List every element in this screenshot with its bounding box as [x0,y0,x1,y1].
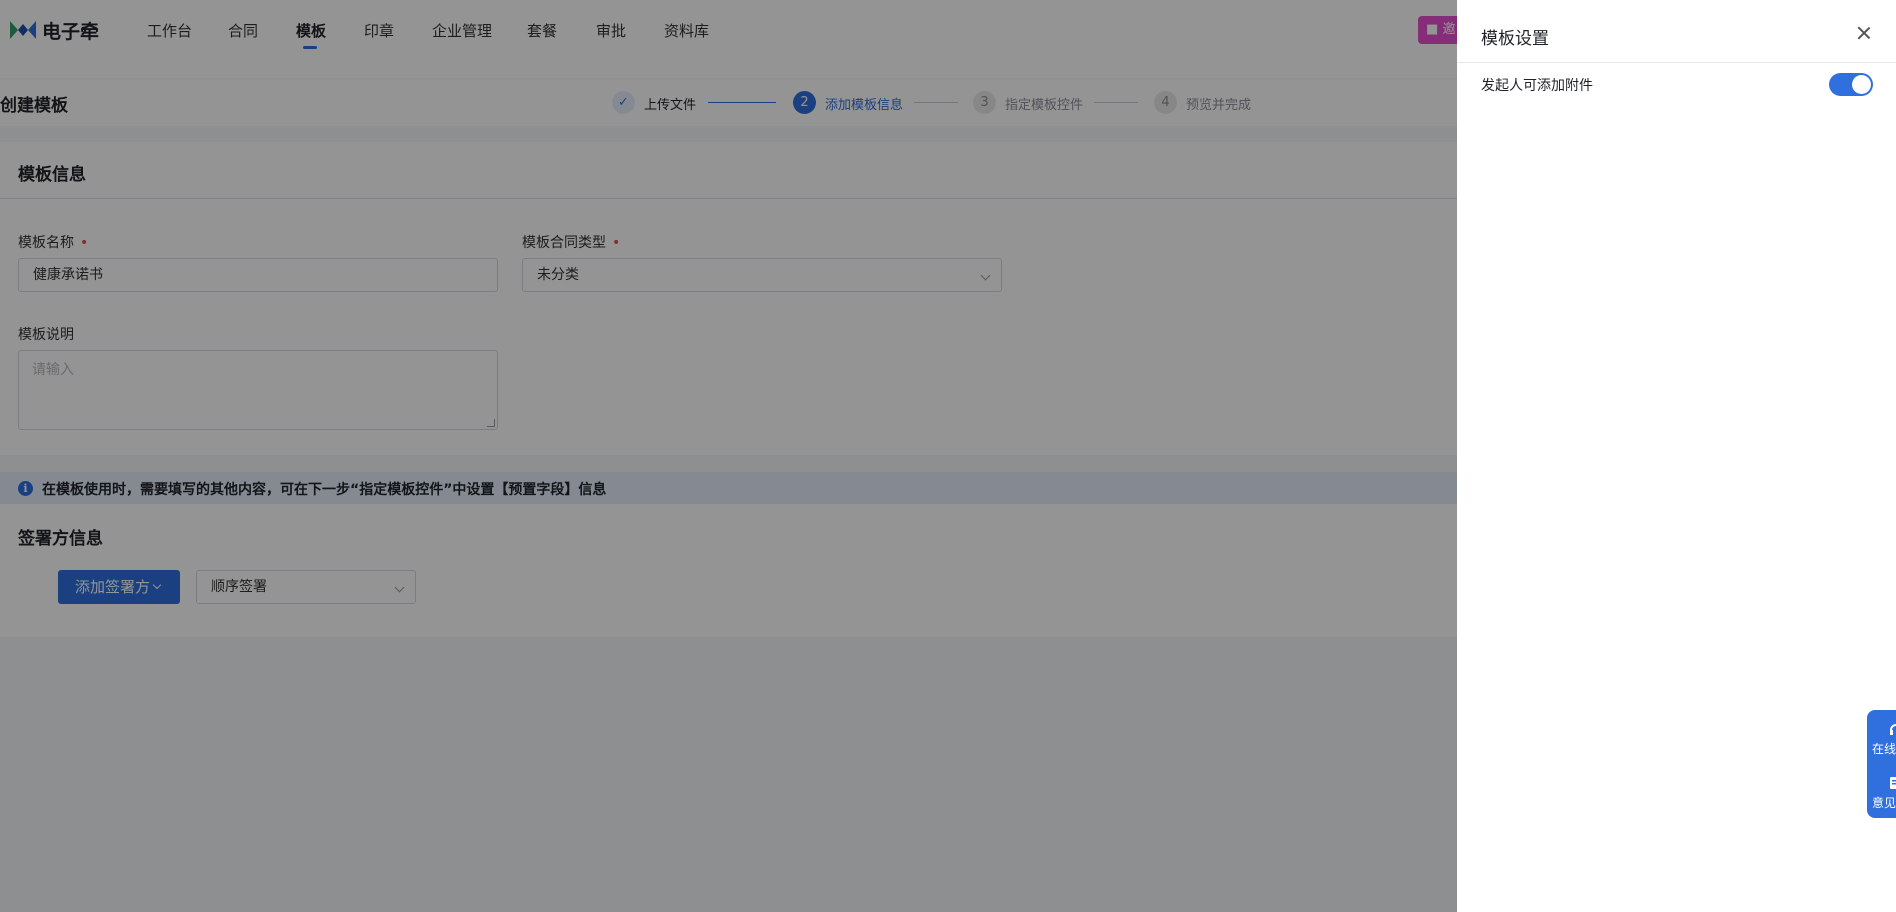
feedback-icon[interactable] [1889,776,1896,790]
template-settings-drawer: 模板设置 发起人可添加附件 [1457,0,1896,912]
online-service-label[interactable]: 在线 [1872,740,1896,757]
modal-overlay[interactable] [0,0,1457,912]
floating-help-widget: 在线 意见 [1867,710,1896,818]
drawer-title: 模板设置 [1481,29,1549,49]
headset-icon[interactable] [1889,722,1896,736]
toggle-knob [1852,75,1871,94]
close-icon[interactable] [1856,25,1872,41]
feedback-label[interactable]: 意见 [1872,794,1896,811]
allow-attachments-toggle[interactable] [1829,73,1873,96]
allow-attachments-label: 发起人可添加附件 [1481,78,1593,94]
drawer-divider [1457,62,1896,63]
